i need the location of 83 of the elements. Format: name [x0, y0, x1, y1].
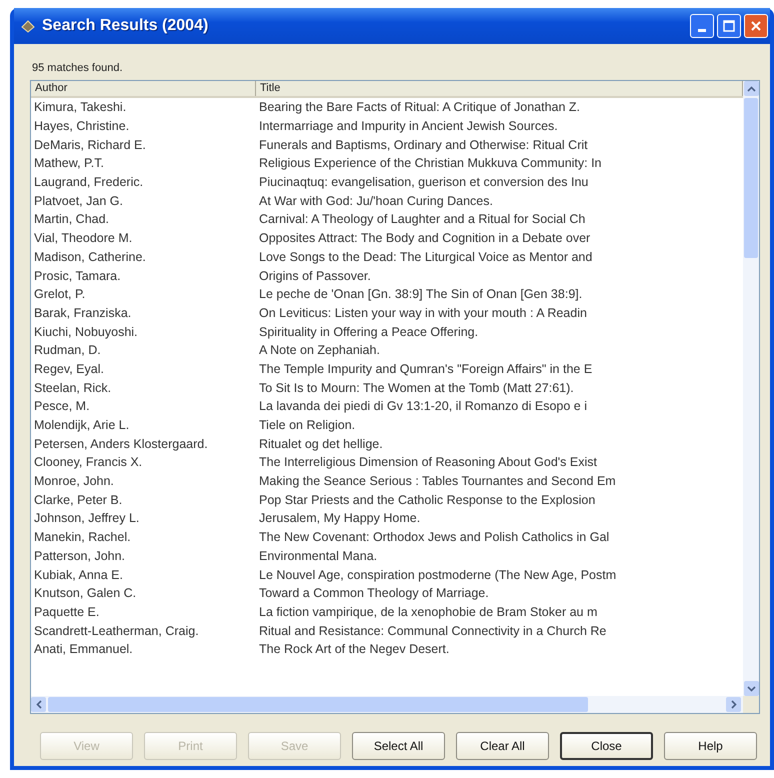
- table-cell-text: Petersen, Anders Klostergaard.: [33, 436, 209, 451]
- table-cell-text: Making the Seance Serious : Tables Tournantes and Second Em: [258, 474, 617, 488]
- table-cell-text: Pop Star Priests and the Catholic Response to the Explosion: [258, 492, 596, 507]
- table-cell-text: Steelan, Rick.: [33, 380, 112, 395]
- scroll-down-icon[interactable]: [744, 681, 758, 696]
- table-cell-text: The Interreligious Dimension of Reasoning About God's Exist: [258, 455, 598, 470]
- scroll-right-icon[interactable]: [726, 697, 741, 712]
- table-cell-text: The New Covenant: Orthodox Jews and Polish Catholics in Gal: [258, 530, 610, 544]
- table-cell-text: Laugrand, Frederic.: [33, 175, 144, 190]
- table-cell-text: Environmental Mana.: [258, 548, 378, 563]
- table-cell-text: Funerals and Baptisms, Ordinary and Otherwise: Ritual Crit: [258, 138, 589, 152]
- table-cell-text: La fiction vampirique, de la xenophobie de Bram Stoker au m: [258, 604, 598, 619]
- table-cell-text: Scandrett-Leatherman, Craig.: [33, 624, 200, 638]
- close-button[interactable]: [744, 14, 768, 38]
- table-cell-text: La lavanda dei piedi di Gv 13:1-20, il Romanzo di Esopo e i: [258, 399, 588, 414]
- scroll-up-icon[interactable]: [744, 81, 758, 96]
- table-cell-text: Clooney, Francis X.: [33, 455, 144, 470]
- window-title: Search Results (2004): [42, 17, 210, 35]
- table-cell-text: The Rock Art of the Negev Desert.: [258, 642, 450, 656]
- table-cell-text: Bearing the Bare Facts of Ritual: A Critique of Jonathan Z.: [258, 100, 582, 114]
- table-cell-text: The Temple Impurity and Qumran's "Foreign Affairs" in the E: [258, 362, 594, 376]
- table-cell-text: Le peche de 'Onan [Gn. 38:9] The Sin of Onan [Gen 38:9].: [258, 287, 584, 302]
- table-cell-text: Grelot, P.: [33, 287, 86, 302]
- minimize-button[interactable]: [690, 14, 714, 38]
- table-cell-text: Martin, Chad.: [33, 212, 110, 226]
- table-cell-text: Jerusalem, My Happy Home.: [258, 511, 422, 526]
- table-cell-text: Intermarriage and Impurity in Ancient Jewish Sources.: [258, 119, 559, 134]
- scroll-thumb[interactable]: [744, 98, 758, 258]
- scrollbar-corner: [743, 696, 759, 713]
- table-cell-text: Anati, Emmanuel.: [33, 642, 134, 656]
- table-cell-text: Origins of Passover.: [258, 268, 372, 283]
- close-icon: [750, 20, 762, 32]
- table-cell-text: A Note on Zephaniah.: [258, 343, 381, 358]
- table-cell-text: DeMaris, Richard E.: [33, 138, 147, 152]
- dialog-button[interactable]: Select All: [352, 732, 445, 760]
- table-cell-text: At War with God: Ju/'hoan Curing Dances.: [258, 194, 494, 208]
- horizontal-scrollbar[interactable]: [31, 696, 759, 713]
- table-cell-text: Toward a Common Theology of Marriage.: [258, 586, 490, 600]
- dialog-button[interactable]: Help: [664, 732, 757, 760]
- table-cell-text: Molendijk, Arie L.: [33, 418, 130, 432]
- table-cell-text: Religious Experience of the Christian Mukkuva Community: In: [258, 156, 603, 170]
- app-icon: [20, 18, 36, 34]
- minimize-icon: [698, 28, 706, 32]
- table-cell-text: Monroe, John.: [33, 474, 115, 488]
- table-cell-text: Ritual and Resistance: Communal Connectivity in a Church Re: [258, 624, 608, 638]
- table-cell-text: Ritualet og det hellige.: [258, 436, 384, 451]
- table-cell-text: Knutson, Galen C.: [33, 586, 138, 600]
- table-cell-text: Carnival: A Theology of Laughter and a Ritual for Social Ch: [258, 212, 586, 226]
- table-cell-text: Hayes, Christine.: [33, 119, 130, 134]
- table-cell-text: Pesce, M.: [33, 399, 91, 414]
- maximize-button[interactable]: [717, 14, 741, 38]
- table-cell-text: Barak, Franziska.: [33, 306, 132, 320]
- table-cell-text: To Sit Is to Mourn: The Women at the Tomb (Matt 27:61).: [258, 380, 575, 395]
- table-cell-text: Rudman, D.: [33, 343, 102, 358]
- table-cell-text: Opposites Attract: The Body and Cognition in a Debate over: [258, 231, 592, 246]
- match-count: 95 matches found.: [32, 62, 124, 74]
- scroll-thumb[interactable]: [48, 697, 588, 712]
- table-cell-text: Kiuchi, Nobuyoshi.: [33, 324, 139, 339]
- table-cell-text: Manekin, Rachel.: [33, 530, 132, 544]
- table-cell-text: Platvoet, Jan G.: [33, 194, 124, 208]
- table-cell-text: Kimura, Takeshi.: [33, 100, 128, 114]
- table-cell-text: Paquette E.: [33, 604, 100, 619]
- table-cell-text: Patterson, John.: [33, 548, 126, 563]
- dialog-button[interactable]: Close: [560, 732, 653, 760]
- column-header[interactable]: Author: [31, 81, 256, 96]
- table-cell-text: Madison, Catherine.: [33, 250, 147, 264]
- table-cell-text: Tiele on Religion.: [258, 418, 356, 432]
- table-cell-text: Regev, Eyal.: [33, 362, 105, 376]
- dialog-button[interactable]: Clear All: [456, 732, 549, 760]
- table-cell-text: Le Nouvel Age, conspiration postmoderne (The New Age, Postm: [258, 568, 618, 582]
- table-cell-text: Kubiak, Anna E.: [33, 568, 124, 582]
- maximize-icon: [723, 20, 735, 32]
- table-cell-text: Prosic, Tamara.: [33, 268, 122, 283]
- table-cell-text: Piucinaqtuq: evangelisation, guerison et conversion des Inu: [258, 175, 590, 190]
- table-cell-text: Love Songs to the Dead: The Liturgical Voice as Mentor and: [258, 250, 594, 264]
- table-cell-text: Spirituality in Offering a Peace Offering.: [258, 324, 480, 339]
- table-cell-text: Johnson, Jeffrey L.: [33, 511, 140, 526]
- scroll-left-icon[interactable]: [31, 697, 46, 712]
- table-cell-text: On Leviticus: Listen your way in with your mouth : A Readin: [258, 306, 588, 320]
- table-cell-text: Clarke, Peter B.: [33, 492, 124, 507]
- vertical-scrollbar[interactable]: [743, 81, 759, 696]
- table-cell-text: Vial, Theodore M.: [33, 231, 134, 246]
- table-cell-text: Mathew, P.T.: [33, 156, 105, 170]
